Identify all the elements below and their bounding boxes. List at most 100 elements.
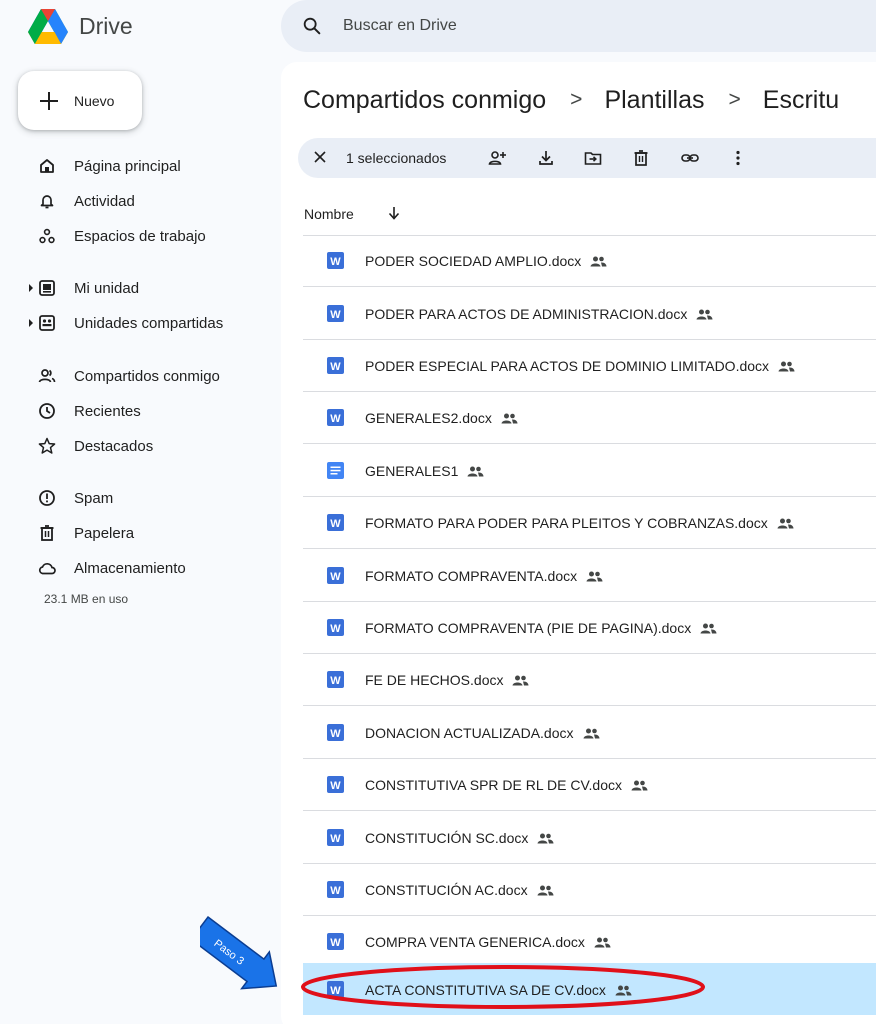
file-row[interactable]: W PODER ESPECIAL PARA ACTOS DE DOMINIO L… bbox=[303, 340, 876, 392]
close-icon[interactable] bbox=[313, 150, 327, 164]
file-row[interactable]: W FORMATO COMPRAVENTA.docx bbox=[303, 550, 876, 602]
word-doc-icon: W bbox=[327, 305, 344, 322]
new-button[interactable]: Nuevo bbox=[18, 71, 142, 130]
word-doc-icon: W bbox=[327, 881, 344, 898]
bell-icon bbox=[40, 195, 54, 209]
file-row[interactable]: W CONSTITUCIÓN AC.docx bbox=[303, 864, 876, 916]
shared-people-icon bbox=[594, 937, 611, 948]
selection-toolbar: 1 seleccionados bbox=[298, 138, 876, 178]
search-input[interactable]: Buscar en Drive bbox=[343, 17, 457, 35]
sidebar-item-starred[interactable]: Destacados bbox=[0, 432, 270, 460]
svg-text:W: W bbox=[330, 885, 341, 897]
name-column-header[interactable]: Nombre bbox=[304, 206, 354, 222]
breadcrumb-item[interactable]: Escritu bbox=[763, 86, 839, 115]
file-name-cell: PODER ESPECIAL PARA ACTOS DE DOMINIO LIM… bbox=[365, 358, 795, 374]
home-icon bbox=[40, 159, 54, 173]
file-row[interactable]: W FORMATO COMPRAVENTA (PIE DE PAGINA).do… bbox=[303, 602, 876, 654]
file-row[interactable]: GENERALES1 bbox=[303, 445, 876, 497]
word-doc-icon: W bbox=[327, 776, 344, 793]
caret-right-icon[interactable] bbox=[28, 283, 34, 293]
svg-text:W: W bbox=[330, 833, 341, 845]
breadcrumb: Compartidos conmigo > Plantillas > Escritu bbox=[303, 86, 839, 115]
word-doc-icon: W bbox=[327, 409, 344, 426]
app-brand: Drive bbox=[79, 13, 133, 39]
file-row[interactable]: W FORMATO PARA PODER PARA PLEITOS Y COBR… bbox=[303, 497, 876, 549]
drive-logo-icon[interactable] bbox=[28, 7, 68, 45]
word-doc-icon: W bbox=[327, 567, 344, 584]
storage-usage: 23.1 MB en uso bbox=[44, 592, 129, 606]
file-name-cell: CONSTITUCIÓN SC.docx bbox=[365, 830, 554, 846]
sidebar-item-label: Papelera bbox=[74, 525, 135, 542]
breadcrumb-item[interactable]: Plantillas bbox=[604, 86, 704, 115]
file-row[interactable]: W FE DE HECHOS.docx bbox=[303, 654, 876, 706]
shared-with-me-icon bbox=[38, 369, 56, 383]
sidebar-item-activity[interactable]: Actividad bbox=[0, 187, 270, 215]
word-doc-icon: W bbox=[327, 933, 344, 950]
word-doc-icon: W bbox=[327, 514, 344, 531]
sort-down-arrow-icon[interactable] bbox=[387, 205, 401, 221]
file-name-cell: FORMATO PARA PODER PARA PLEITOS Y COBRAN… bbox=[365, 515, 794, 531]
svg-text:W: W bbox=[330, 413, 341, 425]
new-button-label: Nuevo bbox=[74, 93, 115, 109]
my-drive-icon bbox=[39, 280, 55, 296]
move-icon[interactable] bbox=[583, 148, 603, 168]
sidebar-item-label: Almacenamiento bbox=[74, 560, 186, 577]
shared-people-icon bbox=[537, 833, 554, 844]
search-bar[interactable]: Buscar en Drive bbox=[281, 0, 876, 52]
sidebar-item-trash[interactable]: Papelera bbox=[0, 519, 270, 547]
file-name: PODER ESPECIAL PARA ACTOS DE DOMINIO LIM… bbox=[365, 358, 770, 374]
sidebar-item-workspaces[interactable]: Espacios de trabajo bbox=[0, 222, 270, 250]
shared-people-icon bbox=[631, 780, 648, 791]
breadcrumb-item[interactable]: Compartidos conmigo bbox=[303, 86, 546, 115]
share-icon[interactable] bbox=[487, 148, 507, 168]
plus-icon bbox=[40, 92, 58, 110]
svg-text:W: W bbox=[330, 361, 341, 373]
file-name-cell: FE DE HECHOS.docx bbox=[365, 672, 529, 688]
shared-people-icon bbox=[777, 518, 794, 529]
sidebar-item-label: Recientes bbox=[74, 403, 141, 420]
sidebar-item-shared-drives[interactable]: Unidades compartidas bbox=[0, 309, 270, 337]
file-name-cell: PODER SOCIEDAD AMPLIO.docx bbox=[365, 253, 607, 269]
file-row[interactable]: W CONSTITUCIÓN SC.docx bbox=[303, 812, 876, 864]
sidebar-item-storage[interactable]: Almacenamiento bbox=[0, 554, 270, 582]
workspaces-icon bbox=[39, 228, 55, 244]
sidebar-item-recent[interactable]: Recientes bbox=[0, 397, 270, 425]
file-row[interactable]: W COMPRA VENTA GENERICA.docx bbox=[303, 916, 876, 968]
shared-people-icon bbox=[512, 675, 529, 686]
sidebar-item-home[interactable]: Página principal bbox=[0, 152, 270, 180]
word-doc-icon: W bbox=[327, 252, 344, 269]
file-name: FORMATO COMPRAVENTA (PIE DE PAGINA).docx bbox=[365, 620, 692, 636]
link-icon[interactable] bbox=[680, 148, 700, 168]
file-name-cell: FORMATO COMPRAVENTA (PIE DE PAGINA).docx bbox=[365, 620, 717, 636]
file-name: GENERALES1 bbox=[365, 463, 459, 479]
svg-text:W: W bbox=[330, 937, 341, 949]
svg-text:W: W bbox=[330, 623, 341, 635]
file-name: FORMATO COMPRAVENTA.docx bbox=[365, 568, 578, 584]
more-icon[interactable] bbox=[728, 148, 748, 168]
file-row[interactable]: W DONACION ACTUALIZADA.docx bbox=[303, 707, 876, 759]
file-name-cell: CONSTITUTIVA SPR DE RL DE CV.docx bbox=[365, 777, 648, 793]
file-row[interactable]: W GENERALES2.docx bbox=[303, 392, 876, 444]
download-icon[interactable] bbox=[536, 148, 556, 168]
file-name: PODER SOCIEDAD AMPLIO.docx bbox=[365, 253, 582, 269]
sidebar-item-spam[interactable]: Spam bbox=[0, 484, 270, 512]
trash-icon[interactable] bbox=[631, 148, 651, 168]
file-row[interactable]: W CONSTITUTIVA SPR DE RL DE CV.docx bbox=[303, 759, 876, 811]
file-name: CONSTITUTIVA SPR DE RL DE CV.docx bbox=[365, 777, 622, 793]
word-doc-icon: W bbox=[327, 829, 344, 846]
breadcrumb-separator: > bbox=[728, 88, 741, 111]
sidebar-item-shared-with-me[interactable]: Compartidos conmigo bbox=[0, 362, 270, 390]
file-name-cell: DONACION ACTUALIZADA.docx bbox=[365, 725, 600, 741]
sidebar-item-label: Spam bbox=[74, 490, 114, 507]
sidebar-item-my-drive[interactable]: Mi unidad bbox=[0, 274, 270, 302]
svg-text:W: W bbox=[330, 675, 341, 687]
file-row[interactable]: W PODER PARA ACTOS DE ADMINISTRACION.doc… bbox=[303, 288, 876, 340]
file-name: COMPRA VENTA GENERICA.docx bbox=[365, 934, 585, 950]
file-row[interactable]: W PODER SOCIEDAD AMPLIO.docx bbox=[303, 235, 876, 287]
search-icon[interactable] bbox=[301, 15, 323, 37]
caret-right-icon[interactable] bbox=[28, 318, 34, 328]
svg-text:W: W bbox=[330, 518, 341, 530]
star-icon bbox=[38, 437, 56, 454]
shared-people-icon bbox=[501, 413, 518, 424]
shared-people-icon bbox=[590, 256, 607, 267]
